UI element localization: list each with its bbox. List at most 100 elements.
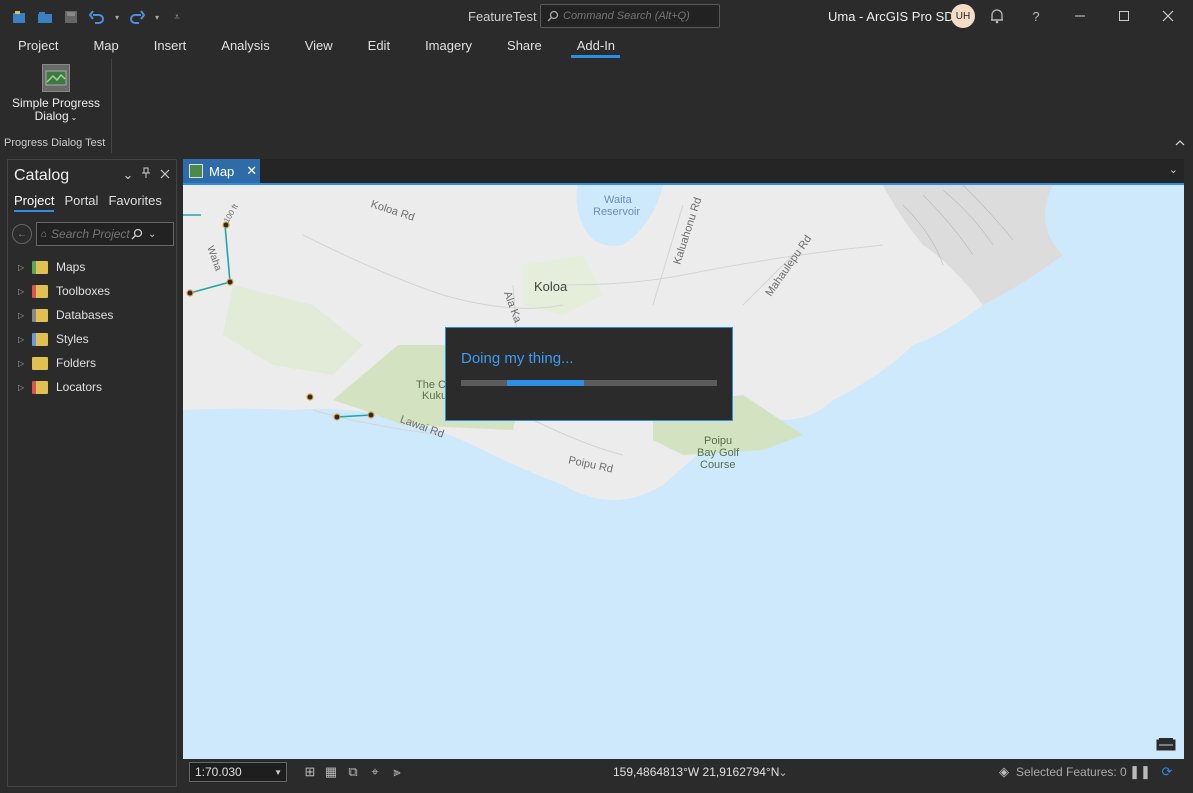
simple-progress-dialog-label-2: Dialog xyxy=(34,109,69,123)
command-search[interactable] xyxy=(540,4,720,28)
nav-icon[interactable]: ⫸ xyxy=(388,763,406,781)
map-icon xyxy=(189,164,203,178)
undo-dropdown-icon[interactable]: ▾ xyxy=(112,7,122,27)
tab-edit[interactable]: Edit xyxy=(350,33,407,59)
ribbon-tabs: Project Map Insert Analysis View Edit Im… xyxy=(0,33,1193,59)
redo-dropdown-icon[interactable]: ▾ xyxy=(152,7,162,27)
selected-features-icon: ◈ xyxy=(999,764,1009,779)
fixed-zoom-icon[interactable]: ⊞ xyxy=(301,763,319,781)
catalog-pane: Catalog ⌄ Project Portal Favorites ← ⌂ ⌄… xyxy=(7,159,177,787)
document-title: FeatureTest xyxy=(468,9,537,24)
selected-features[interactable]: Selected Features: 0 xyxy=(1016,765,1127,779)
catalog-item-locators[interactable]: ▷ Locators xyxy=(18,375,113,399)
search-options-chevron-icon[interactable]: ⌄ xyxy=(148,229,156,240)
tab-overflow-chevron-icon[interactable]: ⌄ xyxy=(1169,163,1178,176)
back-arrow-icon[interactable]: ← xyxy=(12,224,32,244)
customize-toolbar-icon[interactable]: ⩡ xyxy=(166,7,188,27)
tab-share[interactable]: Share xyxy=(489,33,559,59)
undo-icon[interactable] xyxy=(86,7,108,27)
chevron-down-icon[interactable]: ⌄ xyxy=(71,113,78,122)
catalog-tab-favorites[interactable]: Favorites xyxy=(108,193,161,212)
expand-arrow-icon[interactable]: ▷ xyxy=(18,359,32,368)
progress-message: Doing my thing... xyxy=(461,350,574,367)
map-label-poipu: Poipu xyxy=(704,435,733,447)
pause-drawing-icon[interactable]: ❚❚ xyxy=(1129,763,1151,781)
scale-value: 1:70.030 xyxy=(195,765,242,779)
folders-folder-icon xyxy=(32,356,48,370)
catalog-search[interactable]: ⌂ ⌄ xyxy=(36,222,174,246)
expand-arrow-icon[interactable]: ▷ xyxy=(18,311,32,320)
map-tab-bar: Map ✕ ⌄ xyxy=(183,159,1184,183)
databases-folder-icon xyxy=(32,308,48,322)
new-project-icon[interactable] xyxy=(8,7,30,27)
group-label: Progress Dialog Test xyxy=(4,137,106,149)
expand-arrow-icon[interactable]: ▷ xyxy=(18,383,32,392)
maps-folder-icon xyxy=(32,260,48,274)
search-icon[interactable] xyxy=(131,228,143,240)
expand-arrow-icon[interactable]: ▷ xyxy=(18,335,32,344)
catalog-item-maps[interactable]: ▷ Maps xyxy=(18,255,113,279)
tab-project[interactable]: Project xyxy=(0,33,75,59)
save-icon[interactable] xyxy=(60,7,82,27)
map-label-the-club-2: Kuku xyxy=(422,390,448,402)
tab-add-in[interactable]: Add-In xyxy=(559,33,632,59)
close-tab-icon[interactable]: ✕ xyxy=(246,163,257,179)
close-window-icon[interactable] xyxy=(1158,6,1178,26)
snapping-icon[interactable]: ⧉ xyxy=(344,763,362,781)
map-tab-label: Map xyxy=(209,163,235,179)
tab-map[interactable]: Map xyxy=(75,33,135,59)
locators-folder-icon xyxy=(32,380,48,394)
catalog-item-toolboxes[interactable]: ▷ Toolboxes xyxy=(18,279,113,303)
pane-options-chevron-icon[interactable]: ⌄ xyxy=(121,167,135,183)
ribbon: Simple Progress Dialog ⌄ Progress Dialog … xyxy=(0,59,1193,153)
map-tab[interactable]: Map ✕ xyxy=(183,159,260,183)
tree-item-label: Styles xyxy=(56,332,89,346)
title-bar: ▾ ▾ ⩡ FeatureTest Uma - ArcGIS Pro SDK U… xyxy=(0,0,1193,33)
catalog-tab-portal[interactable]: Portal xyxy=(64,193,98,212)
map-area: Map ✕ ⌄ Waita Reservoir Koloa Rd Koloa A… xyxy=(183,159,1184,787)
catalog-tab-project[interactable]: Project xyxy=(14,193,55,212)
close-pane-icon[interactable] xyxy=(158,167,172,182)
minimize-icon[interactable] xyxy=(1070,6,1090,26)
catalog-tabs: Project Portal Favorites xyxy=(14,193,162,212)
pin-icon[interactable] xyxy=(139,167,153,182)
tree-item-label: Locators xyxy=(56,380,103,394)
progress-dialog-test-group: Simple Progress Dialog ⌄ Progress Dialog … xyxy=(0,59,112,153)
tree-item-label: Databases xyxy=(56,308,114,322)
coordinates-dropdown-icon[interactable]: ⌄ xyxy=(774,763,792,781)
coordinates-readout: 159,4864813°W 21,9162794°N xyxy=(613,765,780,779)
scale-selector[interactable]: 1:70.030 ▼ xyxy=(189,762,287,782)
tab-imagery[interactable]: Imagery xyxy=(407,33,489,59)
expand-arrow-icon[interactable]: ▷ xyxy=(18,287,32,296)
avatar[interactable]: UH xyxy=(951,4,975,28)
progress-dialog-icon xyxy=(42,64,70,92)
catalog-item-folders[interactable]: ▷ Folders xyxy=(18,351,113,375)
command-search-input[interactable] xyxy=(563,10,713,22)
open-project-icon[interactable] xyxy=(34,7,56,27)
tree-item-label: Toolboxes xyxy=(56,284,111,298)
maximize-icon[interactable] xyxy=(1114,6,1134,26)
redo-icon[interactable] xyxy=(126,7,148,27)
catalog-search-input[interactable] xyxy=(51,227,132,241)
styles-folder-icon xyxy=(32,332,48,346)
collapse-ribbon-icon[interactable] xyxy=(1175,138,1185,150)
simple-progress-dialog-button[interactable]: Simple Progress Dialog ⌄ xyxy=(8,64,104,124)
map-view[interactable]: Waita Reservoir Koloa Rd Koloa Ala Ka Ka… xyxy=(183,183,1184,759)
tab-view[interactable]: View xyxy=(287,33,350,59)
map-label-course: Course xyxy=(700,459,736,471)
tab-analysis[interactable]: Analysis xyxy=(203,33,286,59)
signed-in-user[interactable]: Uma - ArcGIS Pro SDK xyxy=(828,9,962,24)
tab-insert[interactable]: Insert xyxy=(136,33,204,59)
help-icon[interactable]: ? xyxy=(1026,6,1046,26)
grid-icon[interactable]: ▦ xyxy=(322,763,340,781)
map-tray-icon[interactable] xyxy=(1156,737,1176,753)
crosshair-icon[interactable]: ⌖ xyxy=(366,763,384,781)
notifications-bell-icon[interactable] xyxy=(987,6,1007,26)
catalog-item-styles[interactable]: ▷ Styles xyxy=(18,327,113,351)
progress-bar-fill xyxy=(507,380,584,386)
tree-item-label: Folders xyxy=(56,356,97,370)
scale-dropdown-icon[interactable]: ▼ xyxy=(274,768,282,777)
catalog-item-databases[interactable]: ▷ Databases xyxy=(18,303,113,327)
refresh-icon[interactable]: ⟳ xyxy=(1158,763,1176,781)
expand-arrow-icon[interactable]: ▷ xyxy=(18,263,32,272)
